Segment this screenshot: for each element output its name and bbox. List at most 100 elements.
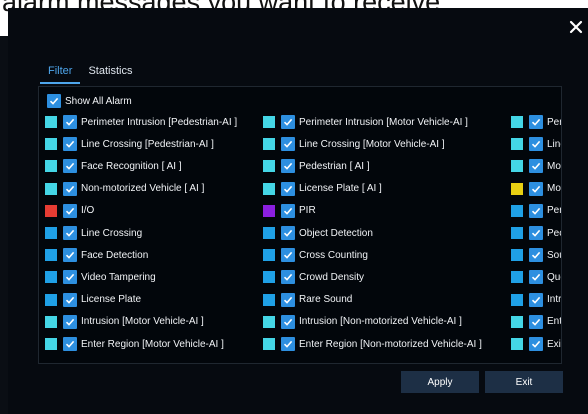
alarm-filter-item[interactable]: Intrusion [Motor Vehicle-AI ] <box>45 314 204 330</box>
checkmark-icon <box>283 163 293 171</box>
alarm-filter-item[interactable]: Que <box>511 269 561 285</box>
checkbox[interactable] <box>529 137 543 152</box>
checkbox[interactable] <box>63 292 77 307</box>
alarm-filter-item[interactable]: Crowd Density <box>263 269 364 285</box>
alarm-filter-item[interactable]: Enter Region [Non-motorized Vehicle-AI ] <box>263 336 482 352</box>
alarm-filter-item[interactable]: Enter Region [Motor Vehicle-AI ] <box>45 336 224 352</box>
checkbox[interactable] <box>281 181 295 196</box>
checkbox[interactable] <box>529 115 543 129</box>
alarm-filter-item[interactable]: Mo <box>511 158 561 174</box>
checkbox[interactable] <box>529 226 543 240</box>
checkbox[interactable] <box>529 203 543 218</box>
alarm-filter-item[interactable]: Exi <box>511 336 561 352</box>
alarm-filter-item[interactable]: Perimeter Intrusion [Pedestrian-AI ] <box>45 114 237 130</box>
alarm-label: Intrusion [Non-motorized Vehicle-AI ] <box>299 316 462 328</box>
checkbox[interactable] <box>63 137 77 152</box>
close-icon <box>569 20 583 34</box>
checkbox[interactable] <box>63 203 77 218</box>
alarm-label: I/O <box>81 205 95 217</box>
alarm-filter-item[interactable]: Sou <box>511 247 561 263</box>
alarm-color-swatch <box>45 271 57 284</box>
alarm-label: Crowd Density <box>299 271 365 283</box>
checkmark-icon <box>283 207 293 215</box>
checkbox[interactable] <box>529 314 543 329</box>
alarm-filter-item[interactable]: PIR <box>263 203 316 219</box>
alarm-filter-item[interactable]: Pec <box>511 225 561 241</box>
checkbox[interactable] <box>281 226 295 240</box>
checkbox[interactable] <box>63 159 77 174</box>
checkbox[interactable] <box>529 181 543 196</box>
checkmark-icon <box>65 207 75 215</box>
alarm-color-swatch <box>45 116 57 128</box>
alarm-filter-item[interactable]: Rare Sound <box>263 292 352 308</box>
checkmark-icon <box>65 163 75 171</box>
checkbox[interactable] <box>281 159 295 174</box>
alarm-color-swatch <box>263 138 275 151</box>
checkbox[interactable] <box>63 270 77 285</box>
tab-filter[interactable]: Filter <box>40 64 81 84</box>
alarm-filter-item[interactable]: Perimeter Intrusion [Motor Vehicle-AI ] <box>263 114 468 130</box>
alarm-filter-item[interactable]: Line Crossing [Pedestrian-AI ] <box>45 136 214 152</box>
alarm-filter-item[interactable]: License Plate <box>45 292 141 308</box>
alarm-filter-item[interactable]: Intrusion [Non-motorized Vehicle-AI ] <box>263 314 462 330</box>
checkmark-icon <box>531 163 541 171</box>
apply-button[interactable]: Apply <box>401 371 479 393</box>
checkmark-icon <box>531 118 541 126</box>
checkmark-icon <box>531 141 541 148</box>
checkbox[interactable] <box>529 159 543 174</box>
close-button[interactable] <box>566 17 586 37</box>
checkbox[interactable] <box>281 270 295 285</box>
alarm-label: Ent <box>547 316 562 328</box>
checkbox[interactable] <box>47 94 61 108</box>
show-all-alarm-checkbox[interactable]: Show All Alarm <box>47 93 132 109</box>
alarm-filter-item[interactable]: Mo <box>511 181 561 197</box>
alarm-row: Video Tampering Crowd Density Que <box>39 269 561 285</box>
checkbox[interactable] <box>281 337 295 351</box>
alarm-color-swatch <box>45 293 57 306</box>
alarm-label: Perimeter Intrusion [Pedestrian-AI ] <box>81 116 238 128</box>
checkmark-icon <box>531 229 541 237</box>
checkbox[interactable] <box>63 248 77 263</box>
checkbox[interactable] <box>529 270 543 285</box>
exit-button[interactable]: Exit <box>485 371 563 393</box>
checkbox[interactable] <box>281 314 295 329</box>
alarm-filter-item[interactable]: Cross Counting <box>263 247 368 263</box>
checkbox[interactable] <box>281 115 295 129</box>
alarm-color-swatch <box>263 204 275 217</box>
alarm-filter-item[interactable]: Face Detection <box>45 247 148 263</box>
alarm-filter-item[interactable]: Object Detection <box>263 225 373 241</box>
alarm-row: Line Crossing Object Detection Pec <box>39 225 561 241</box>
alarm-filter-item[interactable]: Line Crossing <box>45 225 142 241</box>
checkbox[interactable] <box>529 292 543 307</box>
checkbox[interactable] <box>529 337 543 351</box>
checkbox[interactable] <box>281 137 295 152</box>
alarm-color-swatch <box>45 204 57 217</box>
checkbox[interactable] <box>63 115 77 129</box>
checkbox[interactable] <box>63 337 77 351</box>
checkbox[interactable] <box>281 292 295 307</box>
alarm-filter-item[interactable]: Intr <box>511 292 561 308</box>
alarm-label: Pec <box>547 227 561 239</box>
alarm-label: Per <box>547 205 562 217</box>
checkbox[interactable] <box>281 203 295 218</box>
alarm-filter-item[interactable]: Face Recognition [ AI ] <box>45 158 182 174</box>
checkmark-icon <box>65 340 75 348</box>
checkbox[interactable] <box>281 248 295 263</box>
checkbox[interactable] <box>529 248 543 263</box>
checkbox[interactable] <box>63 226 77 240</box>
alarm-filter-item[interactable]: Pedestrian [ AI ] <box>263 158 370 174</box>
alarm-label: Intrusion [Motor Vehicle-AI ] <box>81 316 204 328</box>
alarm-filter-item[interactable]: Line <box>511 136 561 152</box>
alarm-filter-item[interactable]: Line Crossing [Motor Vehicle-AI ] <box>263 136 445 152</box>
alarm-label: License Plate [ AI ] <box>299 183 382 195</box>
alarm-filter-item[interactable]: License Plate [ AI ] <box>263 181 382 197</box>
alarm-filter-item[interactable]: Video Tampering <box>45 269 156 285</box>
alarm-filter-item[interactable]: I/O <box>45 203 94 219</box>
alarm-filter-item[interactable]: Per <box>511 203 562 219</box>
alarm-filter-item[interactable]: Ent <box>511 314 562 330</box>
alarm-filter-item[interactable]: Per <box>511 114 561 130</box>
tab-statistics[interactable]: Statistics <box>80 64 140 82</box>
checkbox[interactable] <box>63 181 77 196</box>
checkbox[interactable] <box>63 314 77 329</box>
alarm-filter-item[interactable]: Non-motorized Vehicle [ AI ] <box>45 181 204 197</box>
